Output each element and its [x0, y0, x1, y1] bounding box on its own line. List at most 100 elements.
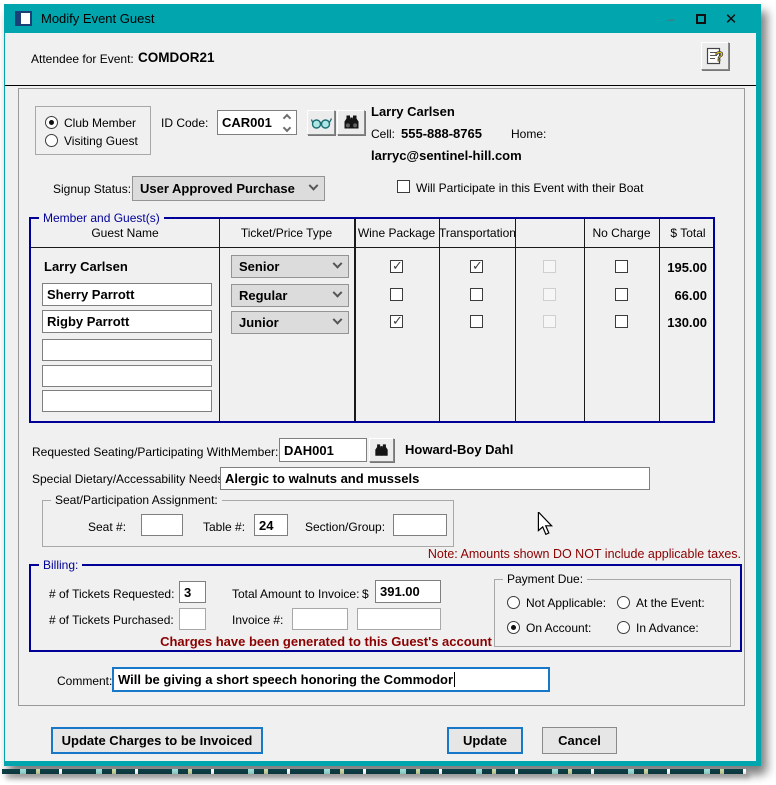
id-code-spinner[interactable]	[278, 111, 296, 134]
spinner-down-icon[interactable]	[282, 123, 292, 132]
close-button[interactable]: ✕	[716, 6, 746, 32]
guest-name-input-2[interactable]	[42, 283, 212, 306]
row-total-3: 130.00	[667, 315, 707, 330]
minimize-button[interactable]: –	[656, 6, 686, 32]
section-group-input[interactable]	[393, 514, 447, 536]
visiting-guest-radio[interactable]	[45, 134, 58, 147]
tickets-purchased-input[interactable]	[179, 608, 206, 630]
guest-name-input-3[interactable]	[42, 310, 212, 333]
update-button[interactable]: Update	[447, 727, 523, 754]
view-member-button[interactable]	[307, 110, 335, 135]
guest-name-input-4[interactable]	[42, 339, 212, 361]
home-label: Home:	[511, 127, 547, 141]
member-type-group: Club Member Visiting Guest	[35, 106, 151, 155]
id-code-label: ID Code:	[161, 116, 209, 130]
svg-text:?: ?	[715, 48, 724, 64]
cancel-button[interactable]: Cancel	[542, 727, 617, 754]
charges-generated-message: Charges have been generated to this Gues…	[160, 634, 492, 649]
seat-assignment-group: Seat/Participation Assignment: Seat #: T…	[42, 493, 454, 547]
comment-input[interactable]: Will be giving a short speech honoring t…	[112, 667, 550, 692]
transport-checkbox-3[interactable]	[470, 315, 483, 328]
update-charges-button[interactable]: Update Charges to be Invoiced	[51, 727, 263, 754]
ticket-type-dropdown-3[interactable]: Junior	[231, 311, 349, 334]
wine-checkbox-3[interactable]	[390, 313, 403, 329]
id-code-input[interactable]	[218, 111, 278, 134]
invoice-number-input-2[interactable]	[357, 608, 441, 630]
window-drop-shadow	[6, 774, 750, 781]
chevron-down-icon	[332, 287, 343, 298]
total-amount-input[interactable]	[375, 580, 441, 603]
boat-participation-label: Will Participate in this Event with thei…	[416, 181, 644, 195]
event-code-value: COMDOR21	[138, 50, 215, 65]
signup-status-value: User Approved Purchase	[140, 181, 295, 196]
wine-checkbox-2[interactable]	[390, 288, 403, 301]
blank-checkbox-1	[543, 260, 556, 273]
section-group-label: Section/Group:	[305, 520, 386, 534]
not-applicable-radio[interactable]	[507, 596, 520, 609]
payment-due-group-label: Payment Due:	[503, 572, 588, 586]
ticket-type-value: Regular	[239, 288, 288, 303]
member-code-label: Member:	[231, 445, 279, 459]
table-number-input[interactable]	[254, 514, 288, 536]
club-member-radio[interactable]	[45, 116, 58, 129]
wine-checkbox-1[interactable]	[390, 258, 403, 274]
cell-number: 555-888-8765	[401, 126, 482, 141]
seating-member-input[interactable]	[279, 438, 367, 462]
tickets-requested-input[interactable]	[179, 581, 206, 603]
guest-name-input-6[interactable]	[42, 390, 212, 412]
modify-event-guest-window: Modify Event Guest – ✕ Attendee for Even…	[4, 4, 761, 766]
in-advance-radio[interactable]	[617, 621, 630, 634]
guest-name-input-5[interactable]	[42, 365, 212, 387]
member-name: Larry Carlsen	[371, 104, 455, 119]
col-header-guest-name: Guest Name	[91, 226, 159, 240]
comment-label: Comment:	[57, 674, 113, 688]
column-divider	[515, 219, 516, 421]
spinner-up-icon[interactable]	[282, 113, 292, 122]
requested-seating-label: Requested Seating/Participating With	[32, 445, 231, 459]
at-the-event-radio[interactable]	[617, 596, 630, 609]
signup-status-label: Signup Status:	[53, 182, 132, 196]
arrow-cursor-icon	[537, 512, 553, 536]
transport-checkbox-1[interactable]	[470, 258, 483, 274]
signup-status-dropdown[interactable]: User Approved Purchase	[132, 176, 325, 201]
row-total-1: 195.00	[667, 260, 707, 275]
binoculars-icon	[344, 115, 358, 129]
dietary-input[interactable]	[220, 467, 650, 490]
on-account-radio[interactable]	[507, 621, 520, 634]
search-member-button[interactable]	[337, 110, 365, 135]
seat-number-input[interactable]	[141, 514, 183, 536]
blank-checkbox-3	[543, 315, 556, 328]
cell-label: Cell:	[371, 127, 396, 141]
title-bar[interactable]: Modify Event Guest – ✕	[5, 4, 756, 33]
maximize-button[interactable]	[686, 6, 716, 32]
eyeglasses-icon	[310, 117, 332, 129]
invoice-number-label: Invoice #:	[232, 613, 284, 627]
attendee-for-event-label: Attendee for Event:	[31, 52, 134, 66]
help-question-icon: ?	[706, 47, 724, 64]
column-divider	[354, 219, 356, 421]
col-header-wine-package: Wine Package	[357, 226, 436, 240]
guest-name-static: Larry Carlsen	[44, 259, 128, 274]
table-number-label: Table #:	[203, 520, 246, 534]
not-applicable-label: Not Applicable:	[526, 596, 607, 610]
help-button[interactable]: ?	[701, 42, 729, 70]
id-code-field-wrap	[217, 110, 297, 135]
ticket-type-dropdown-1[interactable]: Senior	[231, 255, 349, 278]
ticket-type-value: Junior	[239, 315, 279, 330]
chevron-down-icon	[332, 258, 343, 269]
tickets-purchased-label: # of Tickets Purchased:	[49, 613, 174, 627]
ticket-type-dropdown-2[interactable]: Regular	[231, 284, 349, 307]
col-header-total: $ Total	[670, 226, 706, 240]
no-charge-checkbox-1[interactable]	[615, 260, 628, 273]
at-the-event-label: At the Event:	[636, 596, 705, 610]
payment-due-group: Payment Due: Not Applicable: At the Even…	[494, 572, 731, 647]
search-seating-member-button[interactable]	[369, 438, 394, 462]
no-charge-checkbox-3[interactable]	[615, 315, 628, 328]
no-charge-checkbox-2[interactable]	[615, 288, 628, 301]
boat-participation-checkbox[interactable]	[397, 180, 410, 193]
transport-checkbox-2[interactable]	[470, 288, 483, 301]
text-caret	[454, 672, 456, 687]
seating-member-name: Howard-Boy Dahl	[405, 442, 514, 457]
column-divider	[439, 219, 440, 421]
invoice-number-input-1[interactable]	[292, 608, 348, 630]
